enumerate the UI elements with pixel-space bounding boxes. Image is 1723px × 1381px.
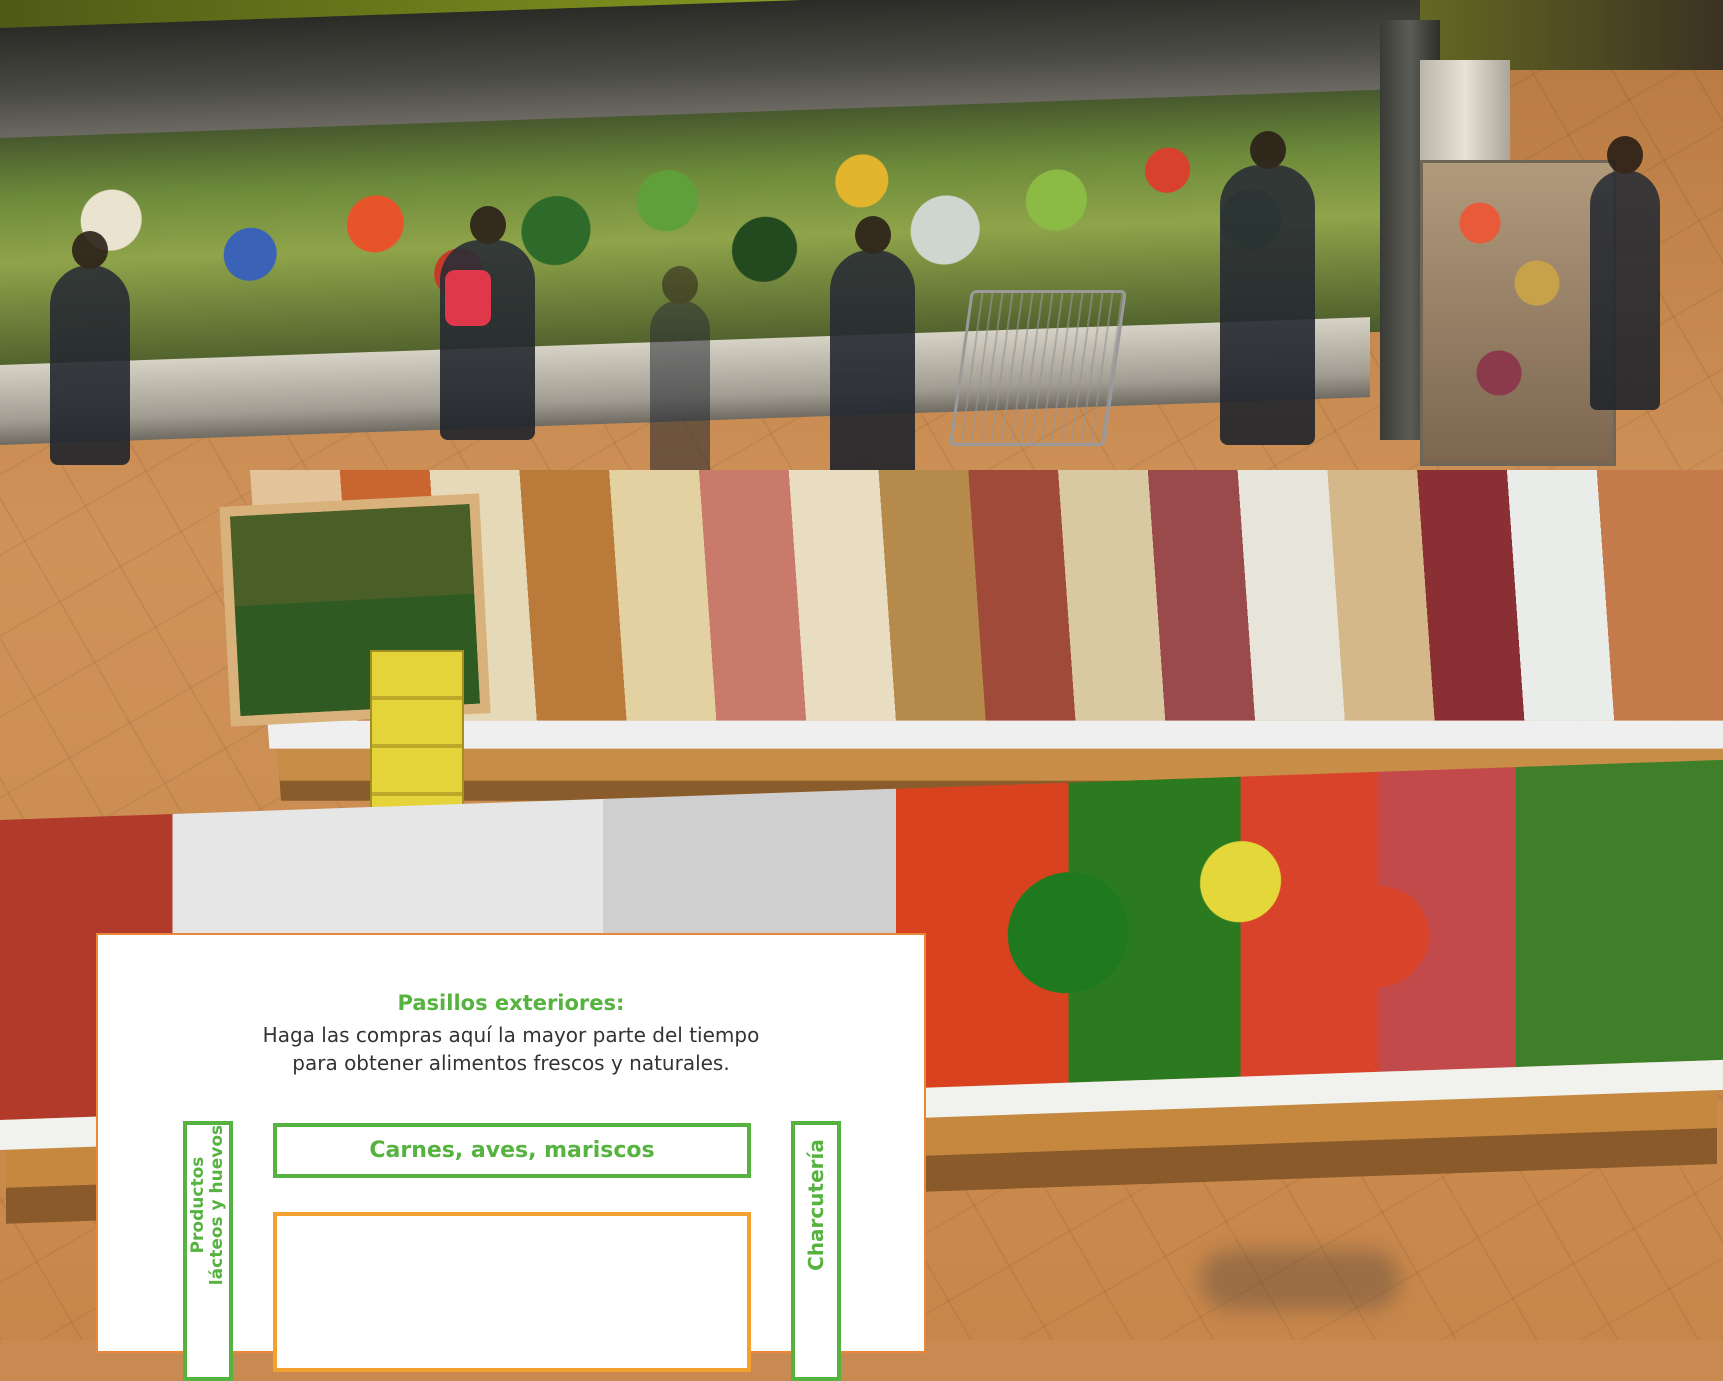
- aisle-dairy-eggs: Productos lácteos y huevos: [183, 1121, 233, 1381]
- aisle-deli-label: Charcutería: [804, 1139, 828, 1271]
- panel-heading: Pasillos exteriores:: [397, 991, 625, 1015]
- shopper: [1590, 136, 1660, 410]
- aisle-label-line: Productos: [188, 1156, 208, 1254]
- shopper: [650, 266, 710, 480]
- shopper: [830, 216, 915, 480]
- aisle-meat-poultry-seafood: Carnes, aves, mariscos: [273, 1123, 751, 1178]
- aisle-dairy-eggs-label: Productos lácteos y huevos: [183, 1085, 233, 1325]
- red-backpack: [445, 270, 491, 326]
- shopper: [50, 231, 130, 465]
- motion-blur: [1200, 1250, 1400, 1310]
- panel-description: Haga las compras aquí la mayor parte del…: [98, 1021, 924, 1077]
- aisle-deli: Charcutería: [791, 1121, 841, 1381]
- store-layout-panel: Pasillos exteriores: Haga las compras aq…: [96, 933, 926, 1381]
- shopper: [1220, 131, 1315, 445]
- produce-rack: [1420, 160, 1616, 466]
- panel-description-line: para obtener alimentos frescos y natural…: [292, 1051, 730, 1075]
- shopping-cart: [949, 290, 1127, 446]
- panel-description-line: Haga las compras aquí la mayor parte del…: [262, 1023, 760, 1047]
- aisle-label-line: lácteos y huevos: [207, 1124, 227, 1286]
- aisle-center: [273, 1212, 751, 1372]
